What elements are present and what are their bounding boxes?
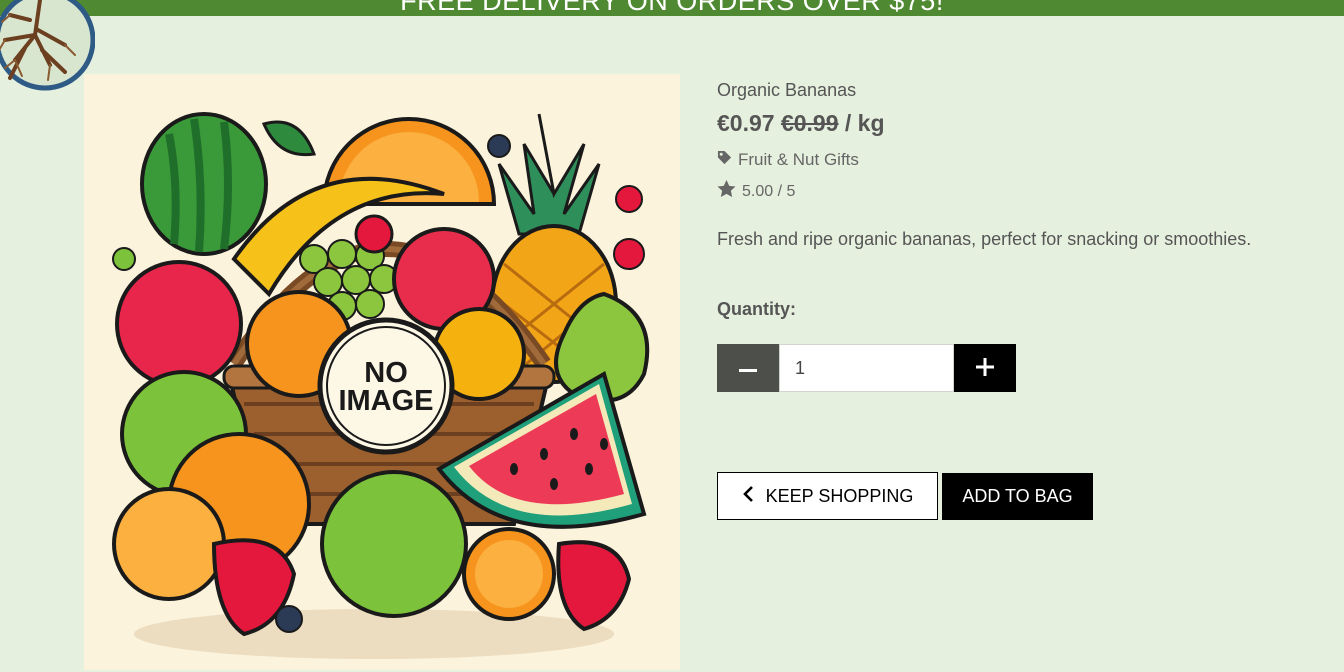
fruit-basket-illustration: NO IMAGE — [112, 112, 650, 659]
product-description: Fresh and ripe organic bananas, perfect … — [717, 229, 1252, 249]
banner-text: FREE DELIVERY ON ORDERS OVER $75! — [400, 0, 944, 16]
product-image[interactable]: NO IMAGE — [84, 74, 680, 670]
keep-shopping-button[interactable]: KEEP SHOPPING — [717, 472, 938, 520]
tag-icon — [717, 150, 732, 170]
star-icon — [717, 180, 736, 203]
site-logo[interactable] — [0, 0, 96, 95]
decrement-button[interactable] — [717, 344, 779, 392]
plus-icon — [976, 357, 994, 379]
rating-value: 5.00 / 5 — [742, 182, 796, 200]
quantity-input[interactable] — [779, 344, 954, 392]
quantity-label: Quantity: — [717, 299, 796, 319]
current-price: €0.97 — [717, 110, 775, 136]
keep-shopping-label: KEEP SHOPPING — [765, 485, 914, 506]
quantity-stepper — [717, 344, 1016, 392]
add-to-bag-button[interactable]: ADD TO BAG — [942, 473, 1093, 520]
price-unit: / kg — [844, 110, 885, 136]
old-price: €0.99 — [780, 110, 839, 136]
product-rating: 5.00 / 5 — [717, 180, 795, 203]
delivery-banner: FREE DELIVERY ON ORDERS OVER $75! — [0, 0, 1344, 16]
no-image-text-line2: IMAGE — [338, 385, 433, 417]
price-row: €0.97 €0.99 / kg — [717, 110, 885, 137]
category-label: Fruit & Nut Gifts — [738, 150, 859, 169]
product-category[interactable]: Fruit & Nut Gifts — [717, 150, 859, 170]
minus-icon — [739, 361, 757, 376]
logo-roots-graphic — [0, 0, 96, 91]
increment-button[interactable] — [954, 344, 1016, 392]
chevron-left-icon — [742, 485, 754, 508]
product-name: Organic Bananas — [717, 80, 857, 100]
